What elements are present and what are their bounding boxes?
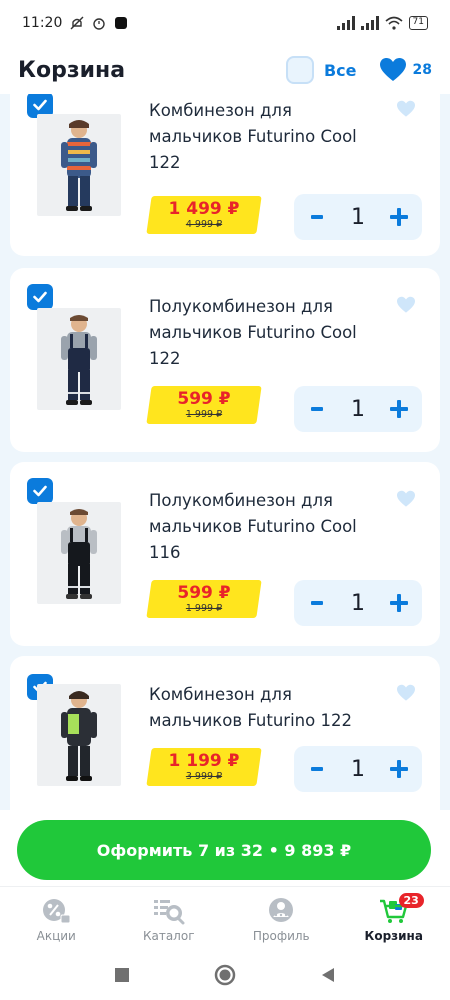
old-price: 4 999 ₽	[185, 219, 223, 230]
wifi-icon	[385, 16, 403, 30]
percent-icon	[43, 899, 71, 924]
product-photo-coverall-striped	[61, 120, 97, 211]
decrease-quantity-button[interactable]	[306, 398, 328, 420]
increase-quantity-button[interactable]	[388, 206, 410, 228]
tab-label: Акции	[36, 929, 76, 943]
cart-item[interactable]: Комбинезон для мальчиков Futurino Cool 1…	[10, 94, 440, 256]
product-image[interactable]	[37, 502, 121, 604]
favorite-heart-icon[interactable]	[396, 490, 416, 508]
tab-label: Корзина	[364, 929, 423, 943]
cart-item[interactable]: Полукомбинезон для мальчиков Futurino Co…	[10, 268, 440, 452]
tab-label: Профиль	[252, 929, 310, 943]
price-tag: 1 499 ₽ 4 999 ₽	[146, 196, 262, 234]
current-price: 599 ₽	[177, 389, 231, 409]
minus-icon	[311, 601, 323, 605]
favorites-button[interactable]: 28	[379, 57, 432, 83]
select-all-label[interactable]: Все	[324, 61, 357, 80]
tab-cart[interactable]: 23 Корзина	[338, 887, 450, 950]
current-price: 1 199 ₽	[168, 751, 240, 771]
alarm-icon	[93, 18, 106, 30]
item-checkbox[interactable]	[27, 284, 53, 310]
tab-catalog[interactable]: Каталог	[113, 887, 226, 950]
recent-apps-icon[interactable]	[114, 967, 130, 983]
quantity-stepper[interactable]: 1	[294, 194, 422, 240]
heart-icon[interactable]	[379, 57, 407, 83]
mute-notification-icon	[70, 16, 84, 30]
product-name[interactable]: Комбинезон для мальчиков Futurino 122	[149, 682, 369, 734]
page-title: Корзина	[18, 57, 126, 83]
cart-item[interactable]: Комбинезон для мальчиков Futurino 122 1 …	[10, 656, 440, 810]
plus-icon	[390, 400, 408, 418]
product-photo-coverall-green	[61, 691, 97, 781]
product-photo-bib-pants-black	[61, 509, 97, 599]
quantity-value: 1	[351, 590, 365, 616]
checkmark-icon	[33, 485, 47, 497]
decrease-quantity-button[interactable]	[306, 206, 328, 228]
quantity-stepper[interactable]: 1	[294, 746, 422, 792]
old-price: 1 999 ₽	[185, 603, 223, 614]
favorite-heart-icon[interactable]	[396, 684, 416, 702]
plus-icon	[390, 208, 408, 226]
plus-icon	[390, 760, 408, 778]
checkout-button[interactable]: Оформить 7 из 32 • 9 893 ₽	[17, 820, 431, 880]
quantity-stepper[interactable]: 1	[294, 580, 422, 626]
checkmark-icon	[33, 291, 47, 303]
increase-quantity-button[interactable]	[388, 758, 410, 780]
quantity-value: 1	[351, 756, 365, 782]
decrease-quantity-button[interactable]	[306, 592, 328, 614]
price-tag: 599 ₽ 1 999 ₽	[146, 580, 262, 618]
price-tag: 599 ₽ 1 999 ₽	[146, 386, 262, 424]
status-bar: 11:20 71	[0, 0, 450, 46]
product-photo-bib-pants	[61, 315, 97, 405]
tab-label: Каталог	[142, 929, 195, 943]
favorite-heart-icon[interactable]	[396, 100, 416, 118]
quantity-value: 1	[351, 204, 365, 230]
product-name[interactable]: Комбинезон для мальчиков Futurino Cool 1…	[149, 98, 369, 176]
product-name[interactable]: Полукомбинезон для мальчиков Futurino Co…	[149, 294, 369, 372]
header: Корзина Все 28	[0, 46, 450, 94]
system-navigation-bar	[0, 950, 450, 1000]
minus-icon	[311, 407, 323, 411]
item-checkbox[interactable]	[27, 478, 53, 504]
old-price: 1 999 ₽	[185, 409, 223, 420]
current-price: 599 ₽	[177, 583, 231, 603]
checkout-bar: Оформить 7 из 32 • 9 893 ₽	[0, 810, 450, 886]
bottom-navigation: Акции Каталог Профиль 23 Корзина	[0, 886, 450, 950]
minus-icon	[311, 767, 323, 771]
decrease-quantity-button[interactable]	[306, 758, 328, 780]
signal-icon	[336, 16, 355, 30]
product-image[interactable]	[37, 114, 121, 216]
minus-icon	[311, 215, 323, 219]
status-time: 11:20	[22, 15, 63, 31]
quantity-stepper[interactable]: 1	[294, 386, 422, 432]
current-price: 1 499 ₽	[168, 199, 240, 219]
product-image[interactable]	[37, 684, 121, 786]
increase-quantity-button[interactable]	[388, 592, 410, 614]
battery-indicator: 71	[408, 16, 428, 30]
price-tag: 1 199 ₽ 3 999 ₽	[146, 748, 262, 786]
catalog-search-icon	[153, 900, 185, 925]
signal-icon	[360, 16, 379, 30]
cart-list[interactable]: Комбинезон для мальчиков Futurino Cool 1…	[0, 94, 450, 810]
checkmark-icon	[33, 99, 47, 111]
select-all-toggle[interactable]: Все	[285, 56, 357, 84]
home-icon[interactable]	[214, 964, 236, 986]
favorites-count: 28	[412, 62, 432, 78]
profile-icon	[269, 898, 294, 922]
product-image[interactable]	[37, 308, 121, 410]
quantity-value: 1	[351, 396, 365, 422]
app-notification-icon	[115, 17, 128, 29]
cart-item[interactable]: Полукомбинезон для мальчиков Futurino Co…	[10, 462, 440, 646]
product-name[interactable]: Полукомбинезон для мальчиков Futurino Co…	[149, 488, 369, 566]
tab-profile[interactable]: Профиль	[225, 887, 338, 950]
old-price: 3 999 ₽	[185, 771, 223, 782]
favorite-heart-icon[interactable]	[396, 296, 416, 314]
cart-count-badge: 23	[398, 893, 424, 908]
select-all-checkbox[interactable]	[285, 56, 314, 84]
tab-promotions[interactable]: Акции	[0, 887, 113, 950]
increase-quantity-button[interactable]	[388, 398, 410, 420]
plus-icon	[390, 594, 408, 612]
back-icon[interactable]	[320, 967, 336, 983]
